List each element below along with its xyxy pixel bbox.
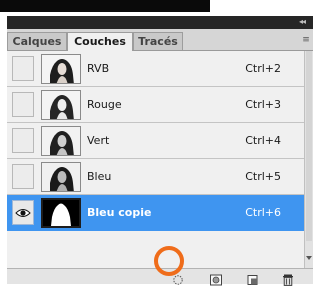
tab-calques[interactable]: Calques	[7, 32, 67, 50]
channel-row-rouge[interactable]: Rouge Ctrl+3	[7, 87, 304, 123]
tab-traces[interactable]: Tracés	[133, 32, 183, 50]
channel-name: Vert	[87, 134, 110, 147]
channel-name: RVB	[87, 62, 110, 75]
portrait-thumbnail-icon	[42, 163, 80, 191]
collapse-panel-button[interactable]: ◂◂	[299, 17, 306, 26]
eye-icon	[15, 209, 31, 217]
panel-titlebar: ◂◂	[7, 16, 313, 29]
channel-name: Rouge	[87, 98, 122, 111]
channel-row-bleu[interactable]: Bleu Ctrl+5	[7, 159, 304, 195]
trash-icon	[283, 274, 293, 286]
channel-name: Bleu	[87, 170, 112, 183]
channel-thumbnail	[41, 126, 81, 156]
visibility-toggle[interactable]	[12, 56, 34, 81]
tab-traces-label: Tracés	[138, 35, 178, 48]
channel-shortcut: Ctrl+2	[245, 62, 281, 75]
vertical-scrollbar[interactable]	[304, 51, 313, 268]
portrait-thumbnail-icon	[42, 127, 80, 155]
save-selection-button[interactable]	[209, 271, 223, 286]
delete-channel-button[interactable]	[281, 271, 295, 286]
panel-menu-icon[interactable]: ≡	[301, 35, 311, 45]
channel-name: Bleu copie	[87, 206, 152, 219]
tab-couches-label: Couches	[74, 35, 126, 48]
save-selection-icon	[210, 274, 222, 286]
channel-shortcut: Ctrl+3	[245, 98, 281, 111]
channel-row-bleu-copie[interactable]: Bleu copie Ctrl+6	[7, 195, 304, 231]
mask-thumbnail-icon	[43, 200, 79, 226]
visibility-toggle[interactable]	[12, 128, 34, 153]
scroll-thumb[interactable]	[306, 51, 312, 241]
new-channel-button[interactable]	[246, 271, 260, 285]
visibility-toggle[interactable]	[12, 164, 34, 189]
channel-thumbnail	[41, 54, 81, 84]
channel-row-rvb[interactable]: RVB Ctrl+2	[7, 51, 304, 87]
top-black-bar	[0, 0, 210, 12]
channels-panel: ◂◂ Calques Couches Tracés ≡ RVB Ctrl+2 R…	[7, 16, 313, 286]
channel-row-vert[interactable]: Vert Ctrl+4	[7, 123, 304, 159]
visibility-toggle[interactable]	[12, 200, 34, 225]
channel-thumbnail	[41, 90, 81, 120]
highlight-ring-annotation	[154, 246, 184, 276]
channel-shortcut: Ctrl+4	[245, 134, 281, 147]
portrait-thumbnail-icon	[42, 55, 80, 83]
load-selection-icon	[173, 275, 183, 285]
channel-list: RVB Ctrl+2 Rouge Ctrl+3 Vert Ctrl+4 Bleu…	[7, 51, 304, 268]
tab-calques-label: Calques	[12, 35, 62, 48]
new-channel-icon	[247, 275, 258, 285]
channel-shortcut: Ctrl+6	[245, 206, 281, 219]
tab-bar: Calques Couches Tracés ≡	[7, 29, 313, 51]
channel-thumbnail	[41, 198, 81, 228]
channel-thumbnail	[41, 162, 81, 192]
tab-couches[interactable]: Couches	[67, 32, 133, 51]
channel-shortcut: Ctrl+5	[245, 170, 281, 183]
visibility-toggle[interactable]	[12, 92, 34, 117]
scroll-down-arrow-icon[interactable]	[306, 256, 312, 260]
portrait-thumbnail-icon	[42, 91, 80, 119]
